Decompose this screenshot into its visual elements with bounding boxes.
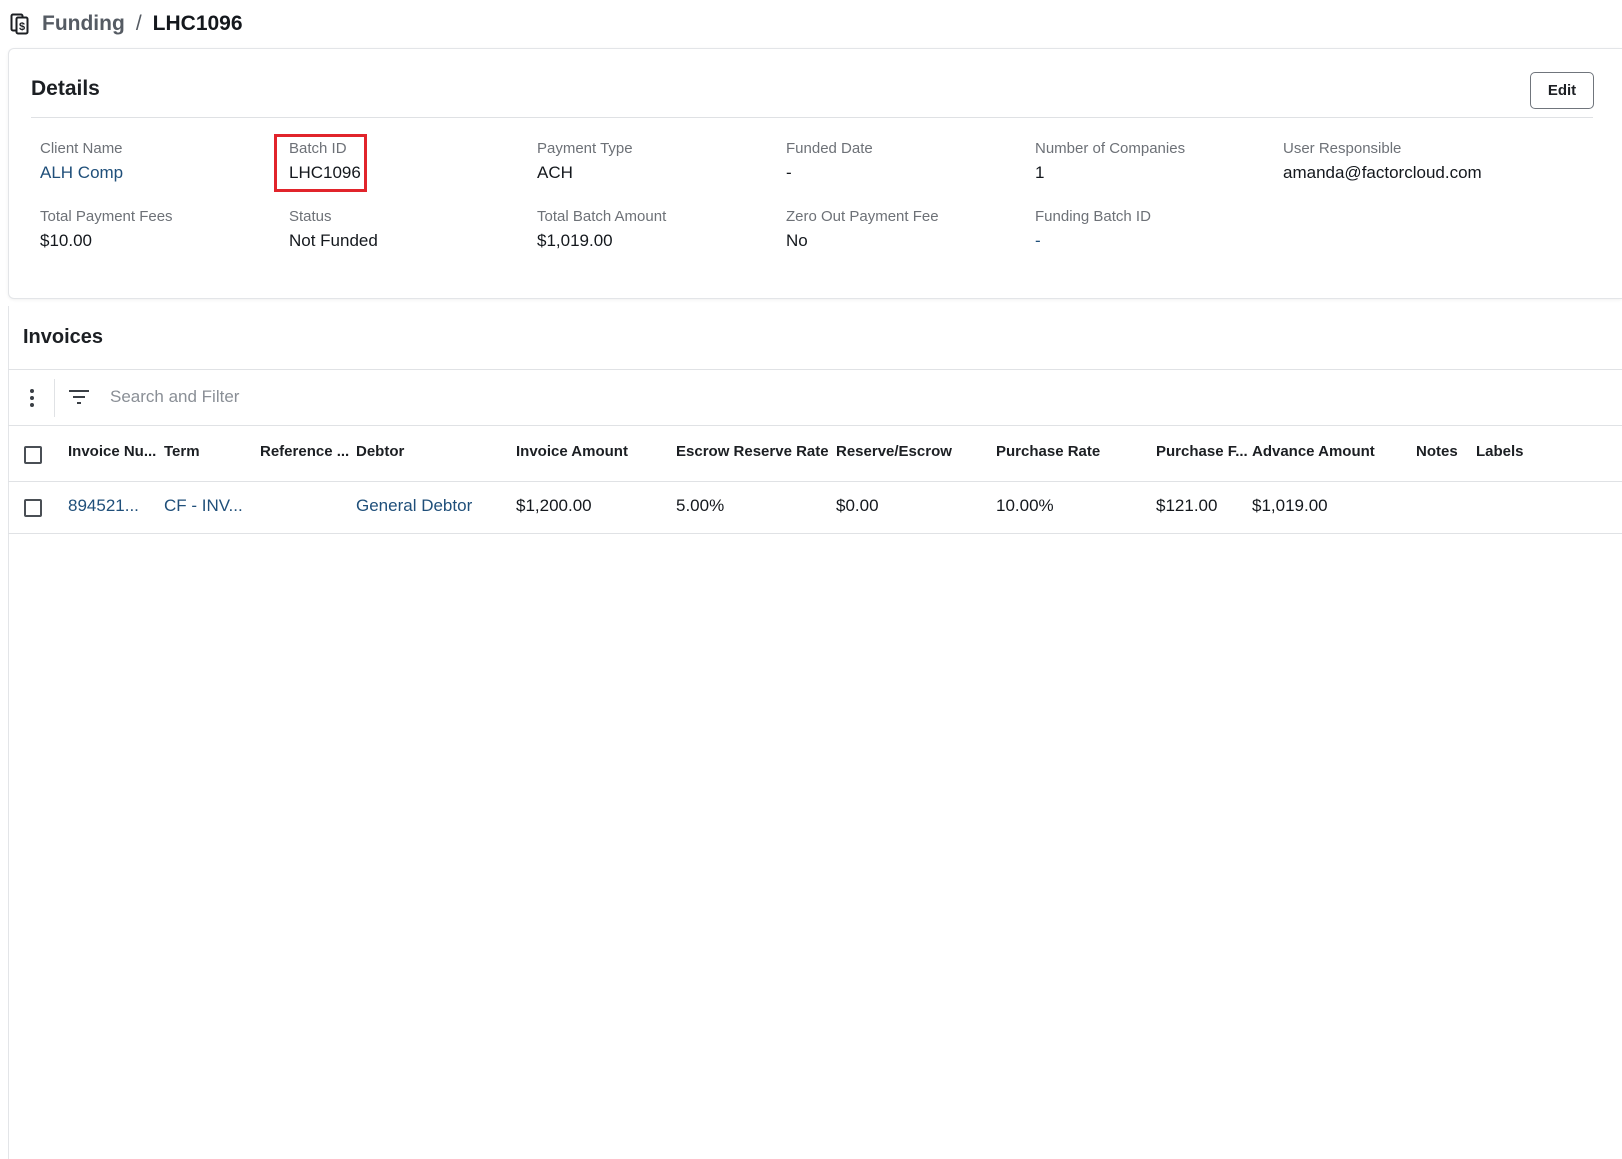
user-responsible-label: User Responsible [1283, 140, 1402, 157]
funding-batch-id-label: Funding Batch ID [1035, 208, 1151, 225]
table-row-divider [8, 533, 1622, 534]
total-payment-fees-value: $10.00 [40, 231, 92, 250]
column-purchase-rate[interactable]: Purchase Rate [996, 443, 1100, 460]
column-reference[interactable]: Reference ... [260, 443, 349, 460]
payment-type-value: ACH [537, 163, 573, 182]
payment-type-label: Payment Type [537, 140, 633, 157]
svg-text:$: $ [19, 21, 25, 33]
total-payment-fees-label: Total Payment Fees [40, 208, 173, 225]
select-all-checkbox[interactable] [24, 446, 42, 464]
client-name-value[interactable]: ALH Comp [40, 163, 123, 183]
total-batch-amount-label: Total Batch Amount [537, 208, 667, 225]
funding-icon: $ [10, 13, 30, 35]
total-batch-amount-value: $1,019.00 [537, 231, 613, 250]
column-escrow-reserve-rate[interactable]: Escrow Reserve Rate [676, 443, 829, 460]
invoices-panel [8, 306, 1622, 1159]
field-total-payment-fees: Total Payment Fees $10.00 [40, 208, 173, 251]
column-labels[interactable]: Labels [1476, 443, 1524, 460]
field-funded-date: Funded Date - [786, 140, 873, 183]
invoices-title: Invoices [23, 326, 104, 348]
status-value: Not Funded [289, 231, 378, 250]
column-notes[interactable]: Notes [1416, 443, 1458, 460]
breadcrumb-current: LHC1096 [152, 12, 243, 35]
column-debtor[interactable]: Debtor [356, 443, 404, 460]
column-reserve-escrow[interactable]: Reserve/Escrow [836, 443, 952, 460]
field-user-responsible: User Responsible amanda@factorcloud.com [1283, 140, 1482, 183]
cell-reserve-escrow: $0.00 [836, 496, 879, 515]
number-of-companies-value: 1 [1035, 163, 1045, 182]
column-advance-amount[interactable]: Advance Amount [1252, 443, 1375, 460]
client-name-label: Client Name [40, 140, 123, 157]
field-zero-out-payment-fee: Zero Out Payment Fee No [786, 208, 939, 251]
field-number-of-companies: Number of Companies 1 [1035, 140, 1185, 183]
breadcrumb-funding-link[interactable]: Funding [42, 12, 125, 36]
field-funding-batch-id: Funding Batch ID - [1035, 208, 1151, 251]
column-invoice-number[interactable]: Invoice Nu... [68, 443, 156, 460]
edit-button[interactable]: Edit [1530, 72, 1594, 109]
zero-out-payment-fee-label: Zero Out Payment Fee [786, 208, 939, 225]
more-options-icon[interactable] [22, 386, 42, 410]
user-responsible-value: amanda@factorcloud.com [1283, 163, 1482, 182]
row-checkbox[interactable] [24, 499, 42, 517]
cell-debtor[interactable]: General Debtor [356, 496, 472, 516]
cell-escrow-reserve-rate: 5.00% [676, 496, 725, 515]
funded-date-label: Funded Date [786, 140, 873, 157]
cell-invoice-number[interactable]: 894521... [68, 496, 139, 516]
details-title: Details [31, 77, 100, 100]
cell-advance-amount: $1,019.00 [1252, 496, 1328, 515]
breadcrumb-separator: / [135, 12, 142, 35]
breadcrumb: $ Funding / LHC1096 [10, 10, 243, 38]
cell-invoice-amount: $1,200.00 [516, 496, 592, 515]
batch-id-highlight [274, 134, 367, 192]
field-total-batch-amount: Total Batch Amount $1,019.00 [537, 208, 666, 251]
toolbar-divider [8, 425, 1622, 426]
cell-term[interactable]: CF - INV... [164, 496, 243, 516]
column-invoice-amount[interactable]: Invoice Amount [516, 443, 628, 460]
search-input[interactable] [110, 382, 710, 412]
details-divider [31, 117, 1593, 118]
status-label: Status [289, 208, 332, 225]
column-purchase-fee[interactable]: Purchase F... [1156, 443, 1248, 460]
field-status: Status Not Funded [289, 208, 378, 251]
cell-purchase-rate: 10.00% [996, 496, 1054, 515]
invoices-header-divider [8, 369, 1622, 370]
table-header-divider [8, 481, 1622, 482]
toolbar-separator [54, 379, 55, 417]
number-of-companies-label: Number of Companies [1035, 140, 1186, 157]
zero-out-payment-fee-value: No [786, 231, 808, 250]
field-payment-type: Payment Type ACH [537, 140, 633, 183]
cell-purchase-fee: $121.00 [1156, 496, 1218, 515]
column-term[interactable]: Term [164, 443, 200, 460]
filter-icon[interactable] [68, 388, 90, 406]
field-client-name: Client Name ALH Comp [40, 140, 123, 183]
funded-date-value: - [786, 163, 792, 182]
funding-batch-id-value[interactable]: - [1035, 231, 1151, 251]
